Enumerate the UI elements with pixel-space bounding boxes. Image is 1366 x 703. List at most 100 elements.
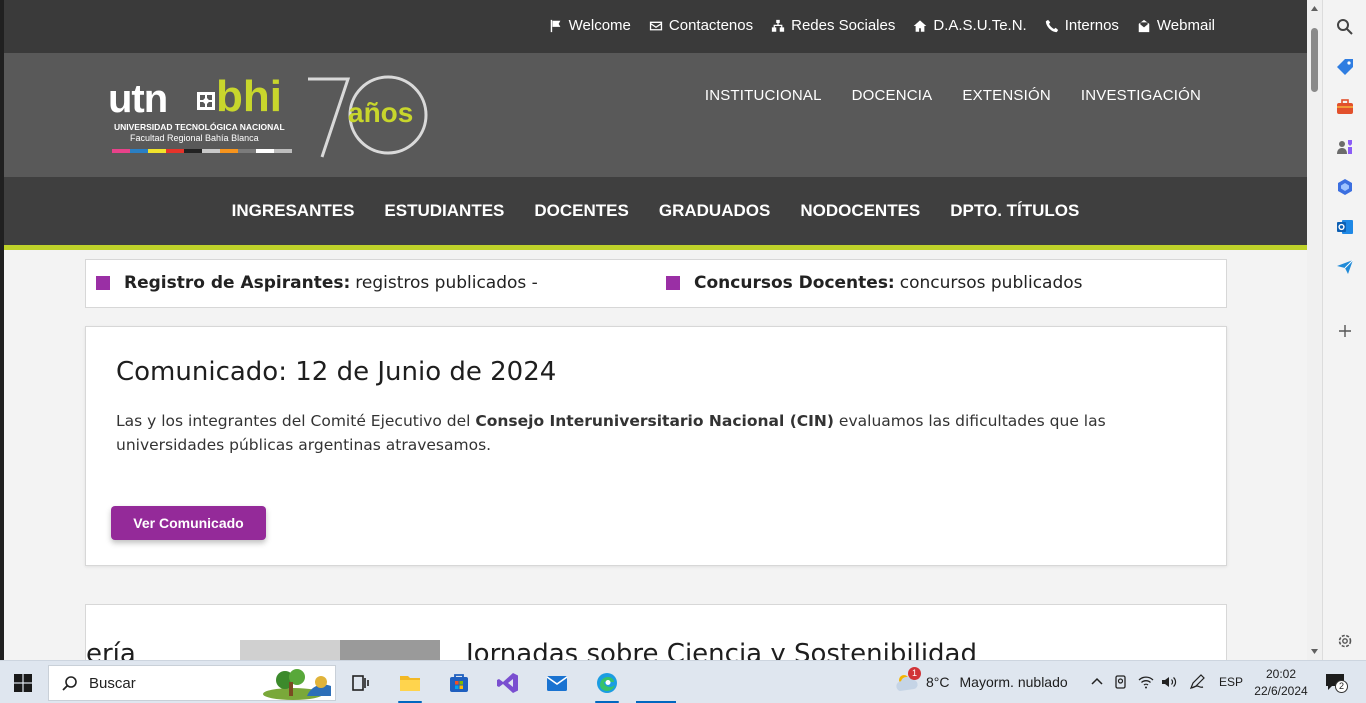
notification-center-icon[interactable]: 2 — [1324, 671, 1348, 693]
ver-comunicado-button[interactable]: Ver Comunicado — [111, 506, 266, 540]
logo-utn-text: utn — [108, 77, 168, 121]
logo-stripe-segment — [256, 149, 274, 153]
contact-link[interactable]: Contactenos — [649, 17, 753, 34]
purple-square-icon — [666, 276, 680, 290]
logo-stripe-segment — [130, 149, 148, 153]
taskbar-file-explorer[interactable] — [393, 667, 427, 703]
clock-date: 22/6/2024 — [1254, 684, 1308, 698]
purple-square-icon — [96, 276, 110, 290]
clock-time: 20:02 — [1265, 667, 1297, 681]
internos-label: Internos — [1064, 17, 1119, 34]
logo-stripe-segment — [184, 149, 202, 153]
taskbar-mail[interactable] — [540, 667, 574, 699]
accent-divider — [4, 245, 1307, 250]
scroll-down-arrow-icon[interactable] — [1310, 647, 1319, 656]
nav-docencia[interactable]: DOCENCIA — [852, 87, 933, 104]
tray-volume-icon[interactable] — [1160, 673, 1178, 691]
card-body-start: Las y los integrantes del Comité Ejecuti… — [116, 412, 476, 430]
cloudy-weather-icon: 1 — [894, 667, 921, 693]
nav-estudiantes[interactable]: ESTUDIANTES — [384, 201, 504, 221]
edge-browser-icon — [597, 673, 617, 693]
nav-ingresantes[interactable]: INGRESANTES — [232, 201, 355, 221]
logo-anos-text: años — [348, 97, 414, 128]
sidebar-games-icon[interactable] — [1335, 137, 1355, 157]
webmail-link[interactable]: Webmail — [1137, 17, 1215, 34]
envelope-icon — [649, 21, 663, 30]
logo-color-stripe — [112, 149, 292, 153]
audience-bar: INGRESANTES ESTUDIANTES DOCENTES GRADUAD… — [4, 177, 1307, 245]
phone-icon — [1045, 19, 1058, 32]
page-scrollbar[interactable] — [1307, 0, 1322, 660]
edge-sidebar — [1322, 0, 1366, 660]
card2-title[interactable]: Jornadas sobre Ciencia y Sostenibilidad — [466, 639, 977, 660]
announcement-ticker: Registro de Aspirantes: registros public… — [85, 259, 1227, 308]
utility-bar: Welcome Contactenos Redes Sociales D.A.S… — [4, 0, 1307, 53]
logo-stripe-segment — [202, 149, 220, 153]
sidebar-send-icon[interactable] — [1335, 257, 1355, 277]
weather-temperature: 8°C — [926, 674, 950, 690]
logo-stripe-segment — [148, 149, 166, 153]
taskbar-task-view[interactable] — [343, 667, 377, 699]
carousel-prev-fragment: ería — [86, 639, 136, 660]
tray-wifi-icon[interactable] — [1137, 673, 1155, 691]
welcome-link[interactable]: Welcome — [549, 17, 631, 34]
folder-icon — [400, 676, 420, 691]
weather-alert-badge: 1 — [908, 667, 921, 680]
windows-start-icon[interactable] — [14, 674, 32, 692]
tray-pen-icon[interactable] — [1188, 673, 1206, 691]
windows-taskbar: Buscar 1 8°C Mayorm. nublado ESP 20:02 2… — [0, 660, 1366, 703]
logo-faculty-name: Facultad Regional Bahía Blanca — [130, 133, 259, 143]
dasuten-link[interactable]: D.A.S.U.Te.N. — [913, 17, 1027, 34]
news-image[interactable] — [240, 640, 440, 660]
nav-investigacion[interactable]: INVESTIGACIÓN — [1081, 87, 1201, 104]
taskbar-store[interactable] — [442, 667, 476, 699]
nav-extension[interactable]: EXTENSIÓN — [962, 87, 1050, 104]
sidebar-add-icon[interactable] — [1335, 321, 1355, 341]
sidebar-outlook-icon[interactable] — [1335, 217, 1355, 237]
sidebar-tools-icon[interactable] — [1335, 97, 1355, 117]
logo-university-name: UNIVERSIDAD TECNOLÓGICA NACIONAL — [114, 122, 285, 132]
search-label: Buscar — [89, 675, 136, 692]
sidebar-copilot-icon[interactable] — [1335, 177, 1355, 197]
weather-condition: Mayorm. nublado — [959, 674, 1068, 690]
main-nav: INSTITUCIONAL DOCENCIA EXTENSIÓN INVESTI… — [705, 87, 1201, 104]
scroll-up-arrow-icon[interactable] — [1310, 4, 1319, 13]
tray-meet-camera-icon[interactable] — [1112, 673, 1130, 691]
nav-docentes[interactable]: DOCENTES — [534, 201, 628, 221]
tray-language-indicator[interactable]: ESP — [1218, 673, 1244, 691]
ticker-item-concursos[interactable]: Concursos Docentes: concursos publicados — [666, 273, 1083, 293]
task-view-icon — [352, 675, 369, 691]
nav-dpto-titulos[interactable]: DPTO. TÍTULOS — [950, 201, 1079, 221]
sidebar-settings-icon[interactable] — [1335, 631, 1355, 651]
logo-stripe-segment — [274, 149, 292, 153]
mail-icon — [546, 676, 568, 691]
utn-bhi-logo[interactable]: utn bhi UNIVERSIDAD TECNOLÓGICA NACIONAL… — [108, 75, 438, 159]
scroll-thumb[interactable] — [1311, 28, 1318, 92]
internos-link[interactable]: Internos — [1045, 17, 1119, 34]
ticker-title: Concursos Docentes: — [694, 273, 895, 293]
sidebar-shopping-tag-icon[interactable] — [1335, 57, 1355, 77]
site-header: utn bhi UNIVERSIDAD TECNOLÓGICA NACIONAL… — [4, 53, 1307, 177]
social-link[interactable]: Redes Sociales — [771, 17, 895, 34]
utn-emblem-icon — [197, 92, 215, 110]
nav-institucional[interactable]: INSTITUCIONAL — [705, 87, 822, 104]
sidebar-search-icon[interactable] — [1335, 17, 1355, 37]
nav-graduados[interactable]: GRADUADOS — [659, 201, 770, 221]
tray-overflow-chevron-icon[interactable] — [1088, 673, 1106, 691]
visual-studio-icon — [497, 673, 518, 693]
nav-nodocentes[interactable]: NODOCENTES — [800, 201, 920, 221]
logo-stripe-segment — [166, 149, 184, 153]
sitemap-icon — [772, 19, 785, 32]
window-edge — [0, 0, 4, 660]
taskbar-weather[interactable]: 1 8°C Mayorm. nublado — [894, 667, 1068, 693]
social-label: Redes Sociales — [791, 17, 896, 34]
taskbar-edge[interactable] — [590, 667, 624, 703]
taskbar-search-box[interactable]: Buscar — [48, 665, 336, 701]
taskbar-clock[interactable]: 20:02 22/6/2024 — [1252, 666, 1310, 700]
browser-page: Welcome Contactenos Redes Sociales D.A.S… — [0, 0, 1322, 660]
card-body: Las y los integrantes del Comité Ejecuti… — [116, 409, 1176, 457]
contact-label: Contactenos — [668, 17, 754, 34]
card-title: Comunicado: 12 de Junio de 2024 — [116, 357, 557, 387]
taskbar-visual-studio[interactable] — [491, 667, 525, 699]
ticker-item-aspirantes[interactable]: Registro de Aspirantes: registros public… — [96, 273, 538, 293]
